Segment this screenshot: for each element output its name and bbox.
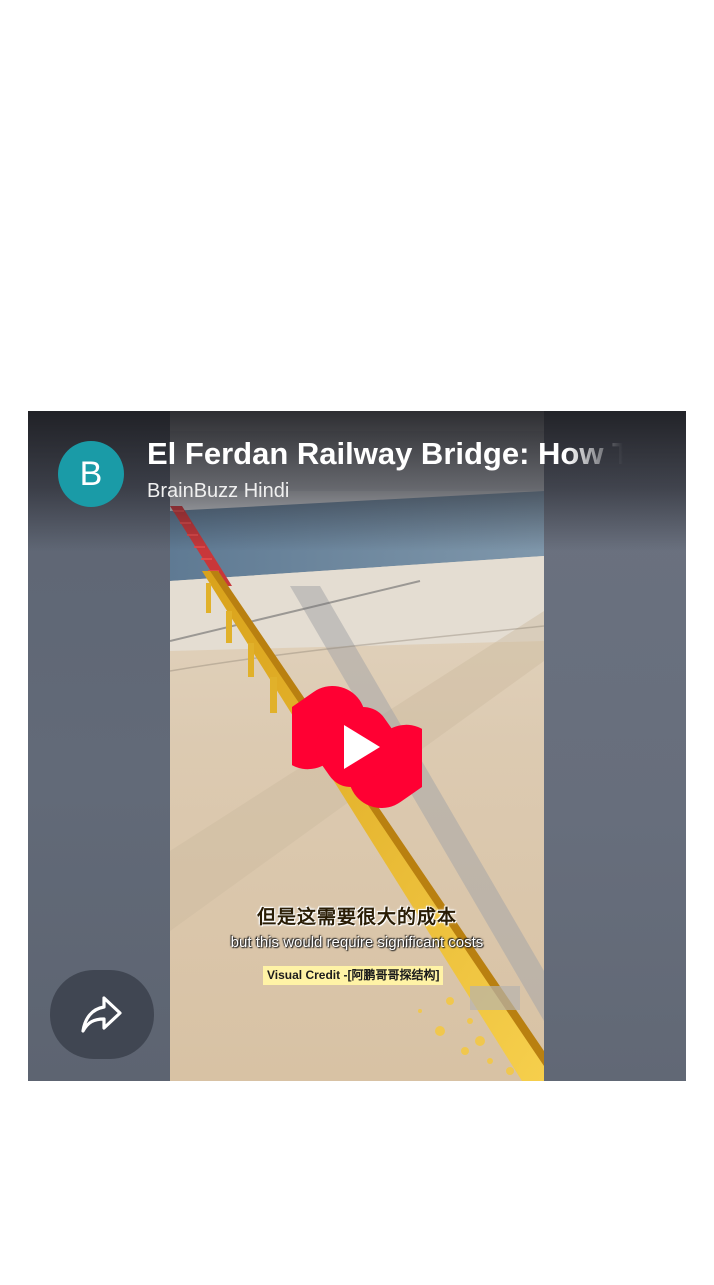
share-button[interactable] (50, 970, 154, 1059)
visual-credit-label: Visual Credit -[阿鹏哥哥探结构] (263, 966, 444, 985)
youtube-shorts-play-icon[interactable] (292, 667, 422, 827)
shorts-video-player[interactable]: B El Ferdan Railway Bridge: How The Brai… (28, 411, 686, 1081)
subtitle-chinese: 但是这需要很大的成本 (256, 906, 457, 928)
channel-avatar[interactable]: B (58, 441, 124, 507)
subtitle-english: but this would require significant costs (230, 934, 484, 951)
video-title[interactable]: El Ferdan Railway Bridge: How The (147, 435, 623, 473)
header-overlay (28, 411, 686, 551)
avatar-letter: B (79, 455, 103, 493)
page: B El Ferdan Railway Bridge: How The Brai… (0, 0, 714, 1285)
share-arrow-icon (81, 996, 122, 1033)
channel-name[interactable]: BrainBuzz Hindi (147, 478, 289, 504)
